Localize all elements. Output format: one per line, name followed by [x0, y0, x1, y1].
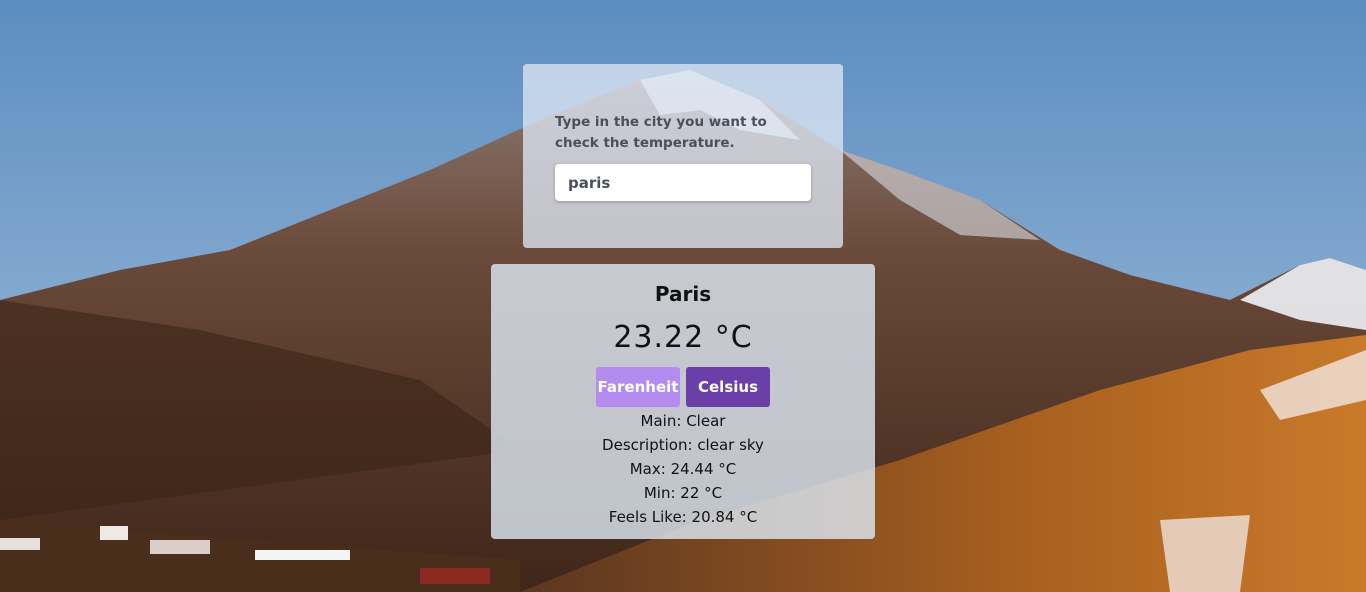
city-search-input[interactable] — [555, 164, 811, 201]
detail-main-label: Main: — [640, 412, 682, 430]
detail-description-value: clear sky — [697, 436, 764, 454]
weather-result-card: Paris 23.22 °C Farenheit Celsius Main: C… — [491, 264, 875, 539]
detail-feels-like-value: 20.84 °C — [691, 508, 758, 526]
temperature-value: 23.22 °C — [613, 320, 753, 355]
detail-max: Max: 24.44 °C — [491, 457, 875, 481]
detail-min-label: Min: — [643, 484, 676, 502]
weather-details: Main: Clear Description: clear sky Max: … — [491, 409, 875, 529]
detail-min: Min: 22 °C — [491, 481, 875, 505]
detail-description: Description: clear sky — [491, 433, 875, 457]
city-name: Paris — [654, 282, 712, 306]
search-instruction-label: Type in the city you want to check the t… — [555, 114, 767, 151]
detail-max-label: Max: — [629, 460, 666, 478]
unit-toggle-group: Farenheit Celsius — [491, 367, 875, 407]
detail-main: Main: Clear — [491, 409, 875, 433]
detail-max-value: 24.44 °C — [670, 460, 737, 478]
detail-main-value: Clear — [686, 412, 726, 430]
detail-feels-like: Feels Like: 20.84 °C — [491, 505, 875, 529]
search-card: Type in the city you want to check the t… — [523, 64, 843, 248]
detail-min-value: 22 °C — [680, 484, 723, 502]
farenheit-button[interactable]: Farenheit — [596, 367, 680, 407]
detail-description-label: Description: — [602, 436, 693, 454]
detail-feels-like-label: Feels Like: — [608, 508, 687, 526]
celsius-button[interactable]: Celsius — [686, 367, 770, 407]
